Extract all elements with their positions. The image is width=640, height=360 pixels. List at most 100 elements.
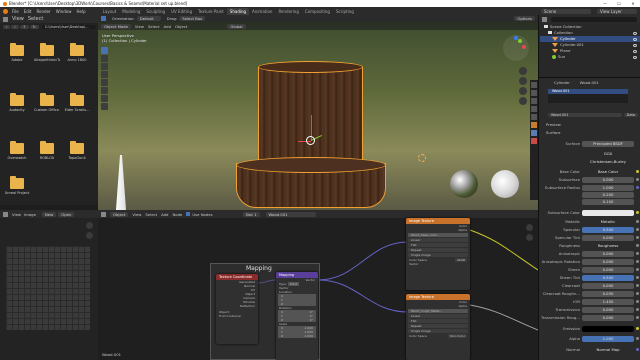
material-slot-item[interactable]: Wood.001 — [548, 89, 628, 94]
menu-edit[interactable]: Edit — [24, 9, 32, 14]
outliner-search[interactable] — [551, 16, 637, 22]
menu-render[interactable]: Render — [36, 9, 50, 14]
select-tool-icon[interactable] — [101, 16, 106, 21]
refresh-button[interactable]: ↻ — [29, 25, 39, 29]
color-space-dropdown[interactable]: sRGB — [454, 258, 467, 262]
fb-item[interactable]: Overwatch — [4, 141, 30, 160]
from-instancer-checkbox[interactable]: From Instancer — [216, 314, 258, 318]
camera-view-icon[interactable] — [519, 87, 527, 95]
menu-file[interactable]: File — [12, 9, 19, 14]
open-image-button[interactable]: Open — [58, 211, 75, 217]
visibility-eye-icon[interactable] — [633, 49, 637, 53]
tab-texture-paint[interactable]: Texture Paint — [195, 8, 227, 15]
visibility-eye-icon[interactable] — [633, 31, 637, 35]
visibility-eye-icon[interactable] — [633, 37, 637, 41]
pan-icon[interactable] — [526, 234, 533, 241]
maximize-button[interactable]: ☐ — [612, 1, 626, 6]
socket-dot[interactable] — [636, 292, 639, 295]
visibility-eye-icon[interactable] — [633, 43, 637, 47]
pan-icon[interactable] — [519, 77, 527, 85]
orientation-dropdown[interactable]: Default — [136, 16, 161, 21]
fb-item[interactable]: TopoGun4 — [64, 141, 90, 160]
minimize-button[interactable]: — — [598, 1, 612, 6]
tab-modeling[interactable]: Modeling — [119, 8, 143, 15]
socket-dot[interactable] — [636, 348, 639, 351]
menu-window[interactable]: Window — [56, 9, 72, 14]
image-selector[interactable]: Wood_base_color... — [408, 233, 468, 237]
material-tab-icon[interactable] — [531, 138, 537, 144]
zoom-icon[interactable] — [86, 222, 93, 229]
scene-tab-icon[interactable] — [531, 106, 537, 112]
editor-type-icon[interactable] — [3, 211, 8, 217]
projection-dropdown[interactable]: Flat — [408, 243, 468, 247]
fb-item[interactable]: Anno 1800 — [64, 43, 90, 62]
socket-dot[interactable] — [636, 337, 639, 340]
cursor-icon[interactable] — [101, 55, 108, 62]
socket-dot[interactable] — [636, 244, 639, 247]
fb-menu-select[interactable]: Select — [28, 16, 43, 22]
tab-uv-editing[interactable]: UV Editing — [168, 8, 195, 15]
surface-panel-header[interactable]: Surface — [546, 130, 560, 135]
mapping-type-value[interactable]: Point — [287, 282, 300, 286]
fb-menu-view[interactable]: View — [12, 16, 24, 22]
output-tab-icon[interactable] — [531, 98, 537, 104]
fb-item[interactable]: Unreal Project — [4, 176, 30, 195]
tab-layout[interactable]: Layout — [100, 8, 120, 15]
close-button[interactable]: ✕ — [626, 1, 640, 6]
vp-menu-add[interactable]: Add — [164, 24, 171, 29]
editor-type-icon[interactable] — [542, 16, 547, 22]
nav-z-icon[interactable] — [514, 36, 518, 40]
move-icon[interactable] — [101, 63, 108, 70]
editor-type-icon[interactable] — [3, 16, 8, 22]
render-tab-icon[interactable] — [531, 90, 537, 96]
annotate-icon[interactable] — [101, 95, 108, 102]
socket-dot[interactable] — [636, 186, 639, 189]
socket-reflection[interactable]: Reflection — [216, 304, 258, 308]
extension-dropdown[interactable]: Repeat — [408, 248, 468, 252]
tab-rendering[interactable]: Rendering — [275, 8, 301, 15]
socket-dot[interactable] — [636, 300, 639, 303]
nav-x-icon[interactable] — [522, 45, 526, 49]
options-dropdown[interactable]: Options — [514, 16, 535, 21]
path-field[interactable]: C:\Users\User\Desktop\... — [41, 25, 96, 29]
tab-animation[interactable]: Animation — [249, 8, 275, 15]
socket-dot[interactable] — [636, 170, 639, 173]
light-icon[interactable] — [418, 154, 426, 162]
mapping-node[interactable]: Mapping Vector Type: Point Vector Locati… — [276, 272, 318, 360]
emission-color-swatch[interactable] — [582, 325, 634, 332]
world-tab-icon[interactable] — [531, 114, 537, 120]
transform-orientation-dropdown[interactable]: Global — [227, 23, 246, 29]
image-texture-node-1[interactable]: Image Texture Color Alpha Wood_base_colo… — [406, 218, 470, 290]
socket-vector[interactable]: Vector — [406, 262, 470, 266]
zoom-icon[interactable] — [519, 67, 527, 75]
socket-dot[interactable] — [636, 252, 639, 255]
material-slot-list[interactable]: Wood.001 — [548, 89, 628, 103]
subsurface-color-swatch[interactable] — [582, 209, 634, 216]
back-button[interactable]: ‹ — [3, 25, 11, 29]
socket-dot[interactable] — [636, 308, 639, 311]
socket-dot[interactable] — [636, 236, 639, 239]
drag-dropdown[interactable]: Select Box — [179, 16, 206, 21]
select-box-icon[interactable] — [101, 47, 108, 54]
socket-dot[interactable] — [636, 268, 639, 271]
texture-coordinate-node[interactable]: Texture Coordinate Generated Normal UV O… — [216, 274, 258, 344]
ortho-toggle-icon[interactable] — [519, 97, 527, 105]
tool-tab-icon[interactable] — [531, 82, 537, 88]
visibility-eye-icon[interactable] — [633, 55, 637, 59]
tab-sculpting[interactable]: Sculpting — [143, 8, 168, 15]
socket-alpha[interactable]: Alpha — [406, 304, 470, 308]
transform-icon[interactable] — [101, 87, 108, 94]
fb-item[interactable]: Elder Scrolls... — [64, 93, 90, 112]
socket-dot[interactable] — [636, 260, 639, 263]
image-canvas-grid[interactable] — [6, 246, 90, 330]
preview-panel-header[interactable]: Preview — [546, 122, 561, 127]
extension-dropdown[interactable]: Repeat — [408, 324, 468, 328]
vp-menu-select[interactable]: Select — [148, 24, 160, 29]
rotate-icon[interactable] — [101, 71, 108, 78]
mode-dropdown[interactable]: Object Mode — [101, 23, 131, 29]
socket-dot[interactable] — [636, 327, 639, 330]
interpolation-dropdown[interactable]: Linear — [408, 238, 468, 242]
ie-menu-view[interactable]: View — [12, 212, 21, 217]
object-tab-icon[interactable] — [531, 122, 537, 128]
vp-menu-object[interactable]: Object — [175, 24, 187, 29]
